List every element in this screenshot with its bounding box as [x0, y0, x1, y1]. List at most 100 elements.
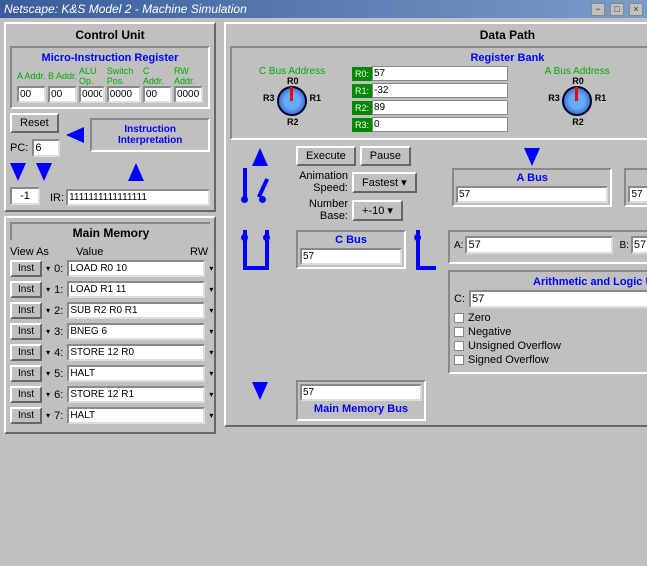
- anim-speed-select[interactable]: Fastest ▾: [352, 172, 417, 193]
- mem-h-value: Value: [76, 246, 190, 258]
- memory-row: Inst▾0:▾: [10, 260, 210, 277]
- chevron-down-icon: ▾: [401, 177, 407, 189]
- uo-checkbox[interactable]: [454, 341, 464, 351]
- inst-button[interactable]: Inst: [10, 302, 42, 319]
- chevron-down-icon[interactable]: ▾: [46, 327, 50, 336]
- alu-a-input[interactable]: [465, 236, 613, 254]
- chevron-down-icon[interactable]: ▾: [46, 306, 50, 315]
- main-memory-title: Main Memory: [10, 222, 210, 240]
- alu-a-label: A:: [454, 240, 463, 251]
- mir-h-c: C Addr.: [142, 66, 173, 86]
- mir-h-alu: ALU Op.: [78, 66, 106, 86]
- chevron-down-icon[interactable]: ▾: [209, 306, 213, 315]
- memory-row: Inst▾7:▾: [10, 407, 210, 424]
- mir-rw[interactable]: [174, 86, 203, 103]
- data-path-panel: Data Path Register Bank C Bus Address R0…: [224, 22, 647, 427]
- ir-input[interactable]: [66, 189, 210, 206]
- close-icon[interactable]: ×: [629, 3, 643, 16]
- inst-button[interactable]: Inst: [10, 281, 42, 298]
- chevron-down-icon[interactable]: ▾: [209, 348, 213, 357]
- num-base-label: Number Base:: [296, 198, 348, 222]
- neg-checkbox[interactable]: [454, 327, 464, 337]
- c-bus-input[interactable]: [300, 248, 402, 265]
- register-bank-title: Register Bank: [236, 52, 647, 64]
- inst-button[interactable]: Inst: [10, 386, 42, 403]
- a-bus-input[interactable]: [456, 186, 608, 203]
- pc-label: PC:: [10, 142, 28, 154]
- mir-c[interactable]: [143, 86, 172, 103]
- pause-button[interactable]: Pause: [360, 146, 411, 166]
- neg-one-box: -1: [10, 187, 40, 205]
- register-label: R0:: [352, 67, 372, 81]
- mir-a[interactable]: [17, 86, 46, 103]
- chevron-down-icon[interactable]: ▾: [46, 285, 50, 294]
- a-bus-dial[interactable]: R0 R1 R2 R3: [555, 79, 599, 123]
- alu-b-input[interactable]: [631, 236, 647, 254]
- inst-button[interactable]: Inst: [10, 365, 42, 382]
- register-row: R2:: [352, 100, 508, 115]
- alu-box: Arithmetic and Logic Unit (ALU) C: Zero …: [448, 270, 647, 374]
- register-row: R3:: [352, 117, 508, 132]
- reset-button[interactable]: Reset: [10, 113, 59, 133]
- pc-input[interactable]: [32, 139, 60, 157]
- memory-row: Inst▾2:▾: [10, 302, 210, 319]
- register-input[interactable]: [372, 100, 508, 115]
- memory-row: Inst ▾ 4: ▾: [10, 344, 210, 361]
- chevron-down-icon[interactable]: ▾: [209, 285, 213, 294]
- mem-addr: 4:: [54, 347, 63, 359]
- alu-ab-box: A: B:: [448, 230, 647, 264]
- mir-h-a: A Addr.: [16, 66, 47, 86]
- mem-value-input[interactable]: [67, 260, 205, 277]
- zero-checkbox[interactable]: [454, 313, 464, 323]
- c-bus-dial[interactable]: R0 R1 R2 R3: [270, 79, 314, 123]
- inst-button[interactable]: Inst: [10, 323, 42, 340]
- chevron-down-icon[interactable]: ▾: [209, 411, 213, 420]
- chevron-down-icon[interactable]: ▾: [209, 390, 213, 399]
- mm-bus-box: Main Memory Bus: [296, 380, 426, 421]
- memory-row: Inst ▾ 3: ▾: [10, 323, 210, 340]
- arrow-left-icon: [66, 127, 84, 143]
- chevron-down-icon[interactable]: ▾: [46, 369, 50, 378]
- mir-b[interactable]: [48, 86, 77, 103]
- chevron-down-icon[interactable]: ▾: [46, 411, 50, 420]
- minimize-icon[interactable]: −: [591, 3, 605, 16]
- mir-title: Micro-Instruction Register: [16, 52, 204, 64]
- a-bus-box: A Bus: [452, 168, 612, 207]
- mem-value-input[interactable]: [67, 323, 205, 340]
- chevron-down-icon[interactable]: ▾: [46, 348, 50, 357]
- chevron-down-icon[interactable]: ▾: [209, 327, 213, 336]
- anim-speed-label: Animation Speed:: [296, 170, 348, 194]
- so-checkbox[interactable]: [454, 355, 464, 365]
- chevron-down-icon[interactable]: ▾: [46, 390, 50, 399]
- mem-value-input[interactable]: [67, 344, 205, 361]
- register-bank: Register Bank C Bus Address R0 R1 R2 R3 …: [230, 46, 647, 140]
- num-base-select[interactable]: +-10 ▾: [352, 200, 403, 221]
- alu-c-input[interactable]: [469, 290, 647, 308]
- switch-icon: [235, 230, 285, 274]
- inst-button[interactable]: Inst: [10, 260, 42, 277]
- arrow-down-icon: [252, 382, 268, 400]
- register-input[interactable]: [372, 83, 508, 98]
- chevron-down-icon[interactable]: ▾: [209, 369, 213, 378]
- alu-c-label: C:: [454, 293, 465, 305]
- inst-button[interactable]: Inst: [10, 407, 42, 424]
- inst-button[interactable]: Inst: [10, 344, 42, 361]
- mem-addr: 3:: [54, 326, 63, 338]
- execute-button[interactable]: Execute: [296, 146, 356, 166]
- mem-h-view: View As: [10, 246, 58, 258]
- mir-alu[interactable]: [79, 86, 105, 103]
- mem-value-input[interactable]: [67, 407, 205, 424]
- b-bus-input[interactable]: [628, 186, 647, 203]
- mm-bus-input[interactable]: [300, 384, 422, 401]
- mem-value-input[interactable]: [67, 365, 205, 382]
- chevron-down-icon[interactable]: ▾: [209, 264, 213, 273]
- mir-sw[interactable]: [107, 86, 141, 103]
- maximize-icon[interactable]: □: [610, 3, 624, 16]
- memory-row: Inst▾6:▾: [10, 386, 210, 403]
- chevron-down-icon[interactable]: ▾: [46, 264, 50, 273]
- mem-value-input[interactable]: [67, 302, 205, 319]
- mem-value-input[interactable]: [67, 281, 205, 298]
- register-input[interactable]: [372, 66, 508, 81]
- mem-value-input[interactable]: [67, 386, 205, 403]
- register-input[interactable]: [372, 117, 508, 132]
